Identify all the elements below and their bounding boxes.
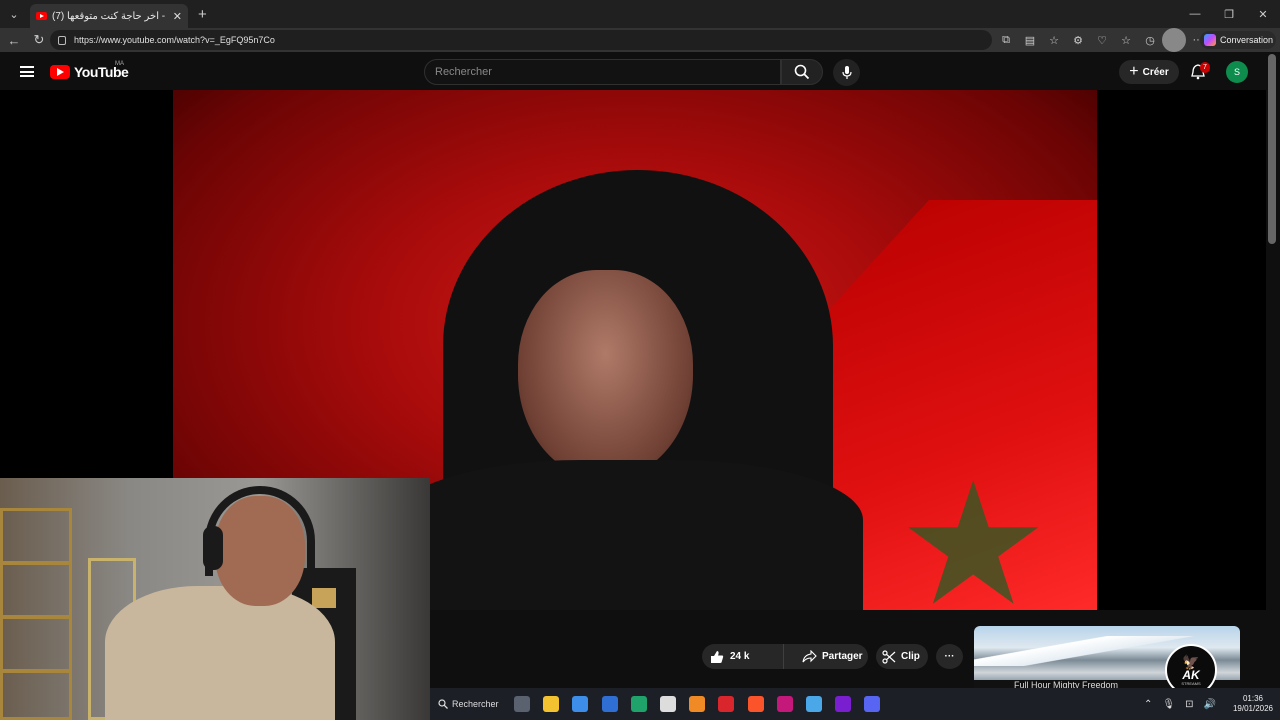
favorite-star-icon[interactable]: ☆ (1042, 28, 1066, 52)
tab-title: (7) آخر حاجة كنت متوقعها - YouTube (52, 10, 168, 22)
streamer-webcam-overlay (0, 478, 430, 720)
speaker-face (518, 270, 693, 480)
watermark-text: AK (1182, 667, 1200, 682)
speaker-body (393, 460, 863, 610)
clip-label: Clip (901, 651, 920, 662)
window-close-icon[interactable]: ✕ (1246, 0, 1280, 28)
streamer (105, 486, 335, 720)
notification-count-badge: 7 (1200, 62, 1210, 73)
network-icon[interactable]: ⊡ (1185, 699, 1193, 710)
window-controls: — ❐ ✕ (1178, 0, 1280, 28)
youtube-favicon-icon (36, 12, 47, 20)
account-avatar[interactable]: S (1226, 61, 1248, 83)
menu-hamburger-icon[interactable] (20, 66, 34, 77)
scissors-icon (882, 649, 896, 664)
taskbar-clock[interactable]: 01:36 19/01/2026 (1226, 694, 1280, 714)
like-count: 24 k (730, 651, 750, 662)
collections-icon[interactable]: ☆ (1114, 28, 1138, 52)
like-button[interactable]: 24 k (702, 644, 784, 669)
search-button[interactable] (781, 59, 823, 85)
plus-icon: + (1129, 63, 1139, 80)
photos-icon[interactable] (601, 696, 618, 712)
extensions-icon[interactable]: ⚙ (1066, 28, 1090, 52)
more-actions-button[interactable]: ··· (936, 644, 963, 669)
search-input[interactable]: Rechercher (424, 59, 781, 85)
browser-tab-bar: ⌄ (7) آخر حاجة كنت متوقعها - YouTube ✕ +… (0, 0, 1280, 28)
browser-toolbar: ⧉ ▤ ☆ ⚙ ♡ ☆ ◷ ··· (994, 28, 1210, 52)
profile-icon[interactable] (1162, 28, 1186, 52)
microphone-icon (841, 65, 852, 79)
app-triangle-icon[interactable] (689, 696, 706, 712)
reload-icon[interactable]: ↻ (28, 29, 50, 51)
tray-chevron-icon[interactable]: ⌃ (1144, 699, 1152, 710)
clock-date: 19/01/2026 (1232, 704, 1274, 713)
page-scrollbar[interactable] (1268, 54, 1276, 244)
browser-tab[interactable]: (7) آخر حاجة كنت متوقعها - YouTube ✕ (30, 4, 188, 28)
restore-icon[interactable]: ❐ (1212, 0, 1246, 28)
taskbar-search-label: Rechercher (452, 699, 499, 709)
more-dots-icon: ··· (944, 651, 955, 662)
headset-earcup (203, 526, 223, 570)
history-icon[interactable]: ◷ (1138, 28, 1162, 52)
site-info-icon[interactable] (58, 35, 66, 45)
room-shelf (0, 508, 72, 720)
clock-time: 01:36 (1242, 694, 1264, 703)
next-icon[interactable] (835, 696, 852, 712)
reader-icon[interactable]: ▤ (1018, 28, 1042, 52)
new-tab-icon[interactable]: + (198, 6, 207, 23)
streamer-torso (105, 586, 335, 720)
tab-actions-chevron-icon[interactable]: ⌄ (4, 4, 24, 24)
thumbs-up-icon (711, 650, 724, 663)
volume-icon[interactable]: 🔊 (1203, 699, 1215, 710)
discord-icon[interactable] (864, 696, 881, 712)
windows-taskbar: Rechercher ⌃ 🎙 ⊡ 🔊 01:36 19/01/2026 (430, 688, 1280, 720)
system-tray: ⌃ 🎙 ⊡ 🔊 (1144, 688, 1216, 720)
share-label: Partager (822, 651, 863, 662)
youtube-header: YouTube MA Rechercher + Créer 7 S (0, 52, 1280, 90)
copilot-icon (1204, 34, 1216, 46)
share-icon (802, 650, 817, 663)
create-label: Créer (1142, 66, 1169, 78)
browser-essentials-icon[interactable]: ♡ (1090, 28, 1114, 52)
task-view-icon[interactable] (514, 696, 530, 712)
file-explorer-icon[interactable] (543, 696, 560, 712)
translate-icon[interactable]: ⧉ (994, 28, 1018, 52)
minimize-icon[interactable]: — (1178, 0, 1212, 28)
back-icon[interactable]: ← (3, 29, 25, 51)
voice-search-button[interactable] (833, 59, 860, 86)
watermark-subtext: STREAMS (1181, 680, 1201, 686)
youtube-play-icon (50, 65, 70, 79)
address-bar-row: ← ↻ https://www.youtube.com/watch?v=_EgF… (0, 28, 1280, 52)
country-code: MA (115, 61, 124, 67)
brave-icon[interactable] (747, 696, 764, 712)
screen-icon[interactable] (806, 696, 822, 712)
tab-close-icon[interactable]: ✕ (173, 10, 182, 23)
clip-button[interactable]: Clip (876, 644, 928, 669)
taskbar-search[interactable]: Rechercher (432, 692, 502, 716)
url-field[interactable]: https://www.youtube.com/watch?v=_EgFQ95n… (50, 30, 992, 50)
vpn-icon[interactable] (776, 696, 793, 712)
conversation-label: Conversation (1220, 35, 1274, 45)
edge-icon[interactable] (630, 696, 647, 712)
search-icon (794, 64, 810, 80)
copilot-conversation-button[interactable]: Conversation (1200, 31, 1276, 49)
store-icon[interactable] (572, 696, 589, 712)
url-text: https://www.youtube.com/watch?v=_EgFQ95n… (74, 35, 275, 45)
taskbar-search-icon (438, 699, 448, 709)
wps-icon[interactable] (718, 696, 735, 712)
mic-tray-icon[interactable]: 🎙 (1162, 699, 1175, 710)
obs-icon[interactable] (660, 696, 676, 712)
create-button[interactable]: + Créer (1119, 60, 1179, 84)
eagle-icon: 🦅 (1182, 653, 1200, 670)
share-button[interactable]: Partager (796, 644, 868, 669)
